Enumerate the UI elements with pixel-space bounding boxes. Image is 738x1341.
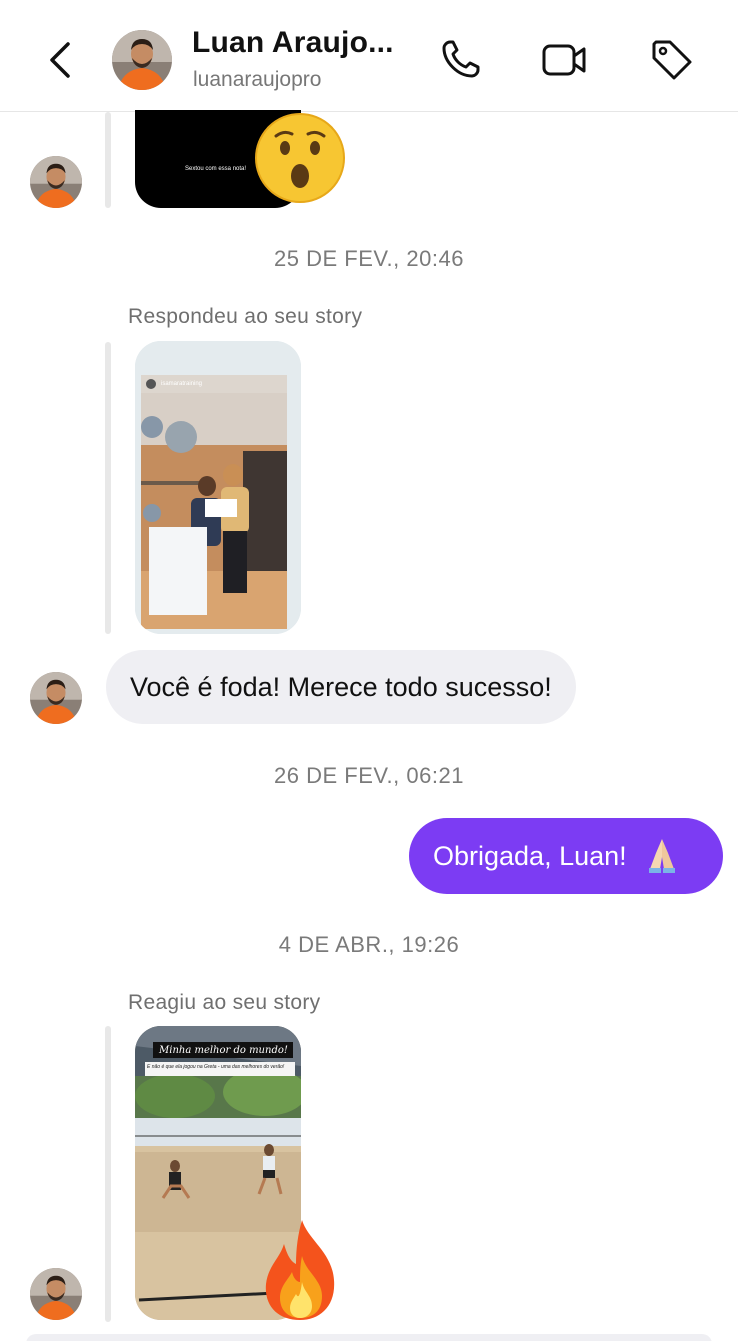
avatar[interactable] <box>30 1268 82 1320</box>
reply-indicator <box>105 342 111 634</box>
contact-name[interactable]: Luan Araujo... <box>192 26 394 60</box>
timestamp: 4 DE ABR., 19:26 <box>278 932 460 957</box>
avatar[interactable] <box>30 672 82 724</box>
timestamp: 26 DE FEV., 06:21 <box>274 763 464 788</box>
avatar[interactable] <box>112 30 172 90</box>
folded-hands-icon <box>649 838 676 873</box>
tag-icon[interactable] <box>648 36 696 84</box>
story-username: isamaratraining <box>161 381 203 387</box>
reply-indicator <box>105 112 111 208</box>
story-caption: Sextou com essa nota! <box>185 166 247 172</box>
reply-indicator <box>105 1026 111 1322</box>
outgoing-message[interactable]: Obrigada, Luan! <box>409 818 723 894</box>
story-title: Minha melhor do mundo! <box>159 1045 288 1056</box>
story-thumbnail[interactable]: isamaratraining <box>135 341 301 634</box>
avatar[interactable] <box>30 156 82 208</box>
fire-icon <box>265 1220 335 1320</box>
message-text: Obrigada, Luan! <box>433 841 627 871</box>
story-subtitle: E não é que ela jogou na Greta - uma das… <box>147 1064 285 1070</box>
back-icon[interactable] <box>40 38 80 82</box>
story-reply-label: Respondeu ao seu story <box>128 305 363 328</box>
incoming-message[interactable]: Você é foda! Merece todo sucesso! <box>106 650 576 724</box>
contact-username: luanaraujopro <box>193 68 322 91</box>
timestamp: 25 DE FEV., 20:46 <box>274 246 464 271</box>
chat-header: Luan Araujo... luanaraujopro <box>0 0 738 112</box>
message-composer[interactable] <box>26 1334 712 1341</box>
message-text: Você é foda! Merece todo sucesso! <box>130 672 552 702</box>
phone-icon[interactable] <box>436 36 484 84</box>
astonished-face-icon <box>255 113 345 203</box>
story-reaction-label: Reagiu ao seu story <box>128 991 321 1014</box>
video-camera-icon[interactable] <box>540 36 588 84</box>
